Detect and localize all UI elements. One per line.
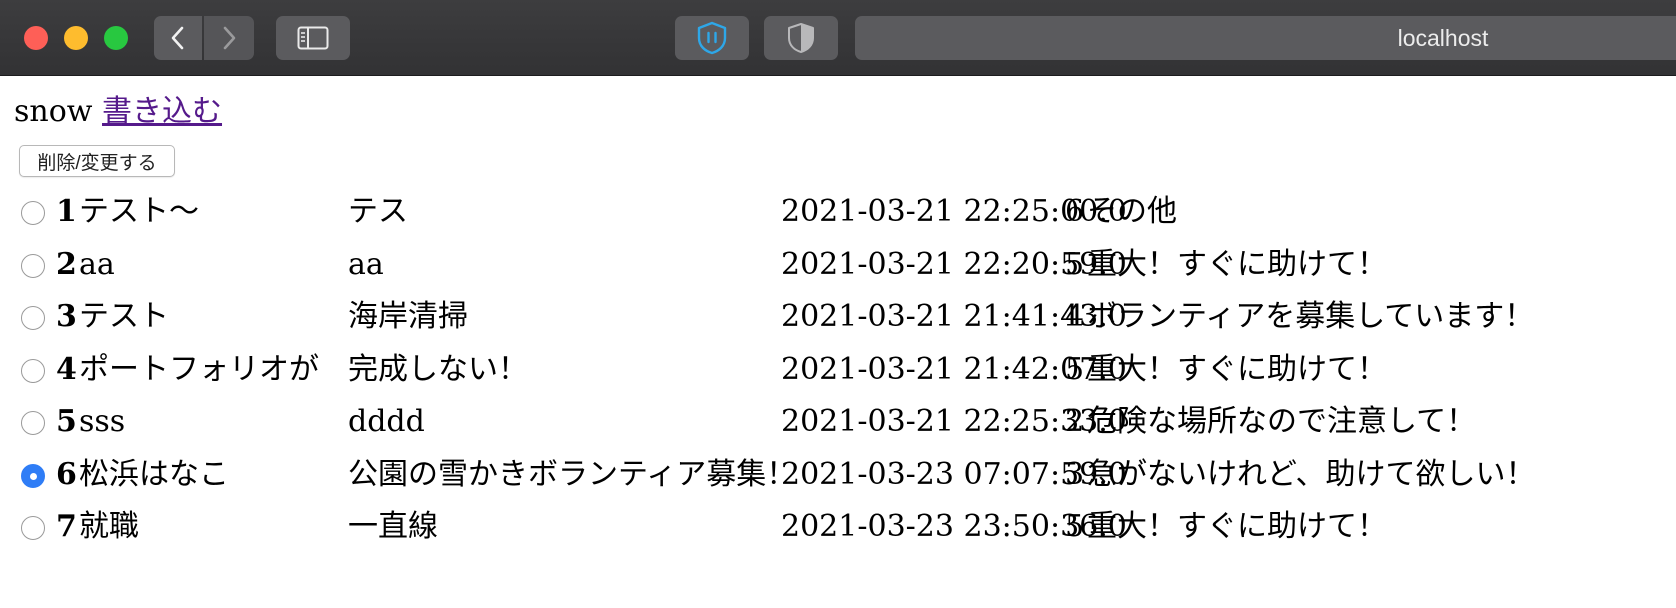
- post-title: aa: [79, 246, 115, 282]
- post-body: テス: [348, 194, 408, 229]
- post-category: 重大！すぐに助けて！: [1087, 246, 1387, 282]
- minimize-window-button[interactable]: [64, 26, 88, 50]
- post-id: 5: [56, 404, 77, 439]
- post-title: テスト〜: [79, 194, 199, 229]
- username: snow: [14, 94, 93, 129]
- page-content: snow 書き込む 削除/変更する 1 テスト〜 テス 2021-03-21 22:2…: [14, 92, 1536, 544]
- post-category: 重大！すぐに助けて！: [1087, 509, 1387, 544]
- write-link[interactable]: 書き込む: [102, 94, 222, 129]
- delete-change-button[interactable]: 削除/変更する: [19, 145, 175, 177]
- row-radio[interactable]: [21, 358, 45, 383]
- post-id: 6: [56, 456, 77, 492]
- row-radio[interactable]: [21, 253, 45, 278]
- post-body: 公園の雪かきボランティア募集！: [348, 456, 797, 492]
- row-radio[interactable]: [21, 516, 45, 540]
- post-level: 6: [1065, 194, 1085, 229]
- browser-toolbar: localhost: [0, 0, 1676, 76]
- post-level: 4: [1065, 299, 1085, 334]
- post-body: 海岸清掃: [348, 299, 468, 334]
- half-shield-icon: [788, 23, 814, 53]
- post-category: 急がないけれど、助けて欲しい！: [1087, 456, 1536, 492]
- post-title: ポートフォリオが: [79, 351, 319, 387]
- row-radio[interactable]: [21, 306, 45, 330]
- post-title: テスト: [79, 299, 169, 334]
- post-level: 3: [1065, 456, 1085, 492]
- post-id: 7: [56, 509, 77, 544]
- sidebar-icon: [297, 26, 329, 50]
- post-row: 2 aa aa 2021-03-21 22:20:59.0 5 重大！すぐに助けて！: [14, 243, 1674, 299]
- post-category: その他: [1087, 194, 1177, 229]
- address-bar[interactable]: localhost: [855, 16, 1676, 60]
- post-category: 危険な場所なので注意して！: [1087, 404, 1477, 439]
- chevron-left-icon: [171, 26, 184, 50]
- post-level: 5: [1065, 246, 1085, 282]
- post-level: 5: [1065, 509, 1085, 544]
- post-body: 一直線: [348, 509, 438, 544]
- post-body: dddd: [348, 404, 425, 439]
- post-row: 5 sss dddd 2021-03-21 22:25:33.0 2 危険な場所なので注意…: [14, 400, 1674, 456]
- post-id: 1: [56, 194, 77, 229]
- privacy-shield-button[interactable]: [764, 16, 838, 60]
- post-level: 2: [1065, 404, 1085, 439]
- post-id: 2: [56, 246, 77, 282]
- forward-button[interactable]: [204, 16, 254, 60]
- post-row: 1 テスト〜 テス 2021-03-21 22:25:00.0 6 その他: [14, 190, 1674, 246]
- post-row: 4 ポートフォリオが 完成しない！ 2021-03-21 21:42:07.0 5 重大！…: [14, 348, 1674, 404]
- password-extension-button[interactable]: [675, 16, 749, 60]
- post-title: 松浜はなこ: [79, 456, 229, 492]
- back-button[interactable]: [154, 16, 202, 60]
- close-window-button[interactable]: [24, 26, 48, 50]
- shield-pause-icon: [697, 21, 727, 55]
- user-line: snow 書き込む: [14, 92, 222, 132]
- post-level: 5: [1065, 351, 1085, 387]
- post-category: 重大！すぐに助けて！: [1087, 351, 1387, 387]
- post-row: 3 テスト 海岸清掃 2021-03-21 21:41:43.0 4 ボランティアを募集し…: [14, 295, 1674, 351]
- row-radio[interactable]: [21, 463, 45, 488]
- post-id: 3: [56, 299, 77, 334]
- post-body: aa: [348, 246, 384, 282]
- chevron-right-icon: [223, 26, 236, 50]
- row-radio[interactable]: [21, 411, 45, 435]
- post-category: ボランティアを募集しています！: [1087, 299, 1535, 334]
- post-title: 就職: [79, 509, 139, 544]
- post-row: 6 松浜はなこ 公園の雪かきボランティア募集！ 2021-03-23 07:07:59…: [14, 453, 1674, 509]
- post-body: 完成しない！: [348, 351, 528, 387]
- sidebar-toggle-button[interactable]: [276, 16, 350, 60]
- post-title: sss: [79, 404, 126, 439]
- row-radio[interactable]: [21, 201, 45, 225]
- url-text: localhost: [1397, 25, 1489, 51]
- zoom-window-button[interactable]: [104, 26, 128, 50]
- post-row: 7 就職 一直線 2021-03-23 23:50:36.0 5 重大！すぐに助けて！: [14, 505, 1674, 561]
- post-id: 4: [56, 351, 77, 387]
